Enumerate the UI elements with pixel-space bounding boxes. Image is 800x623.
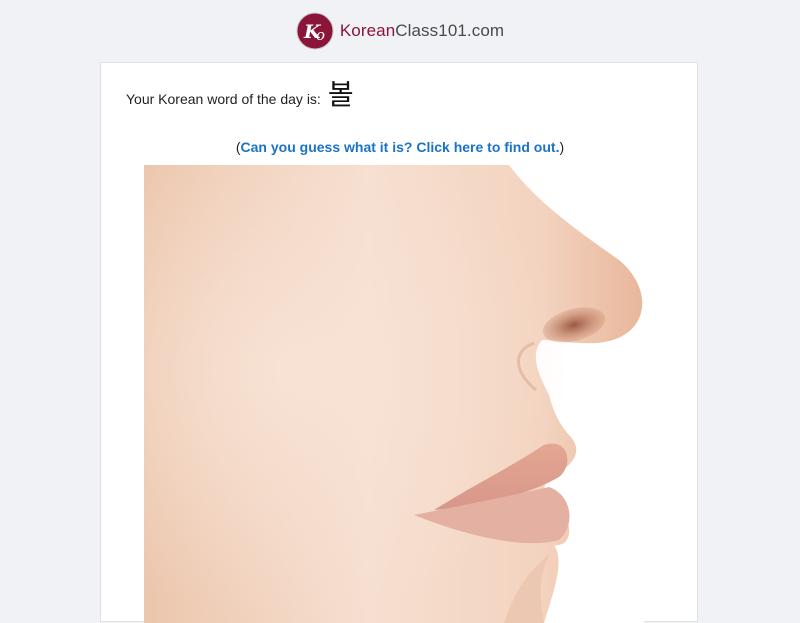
guess-paren-close: ) bbox=[559, 139, 565, 155]
email-card: Your Korean word of the day is: 볼 (Can y… bbox=[100, 62, 699, 623]
svg-text:o: o bbox=[316, 26, 325, 44]
cheek-photo[interactable] bbox=[144, 165, 644, 623]
logo-text: KoreanClass101.com bbox=[340, 21, 504, 41]
word-of-day-label: Your Korean word of the day is: bbox=[126, 91, 321, 107]
find-out-link[interactable]: Can you guess what it is? Click here to … bbox=[241, 139, 560, 155]
logo-domain-text: Class101.com bbox=[395, 21, 505, 40]
email-header: K o KoreanClass101.com bbox=[0, 0, 800, 62]
logo-brand-text: Korean bbox=[339, 21, 396, 40]
guess-prompt: (Can you guess what it is? Click here to… bbox=[101, 139, 699, 155]
word-of-day-korean: 볼 bbox=[327, 78, 354, 111]
word-of-day-line: Your Korean word of the day is: 볼 bbox=[126, 81, 354, 109]
ko-logo-icon: K o bbox=[296, 12, 334, 50]
koreanclass101-logo[interactable]: K o KoreanClass101.com bbox=[296, 12, 504, 50]
